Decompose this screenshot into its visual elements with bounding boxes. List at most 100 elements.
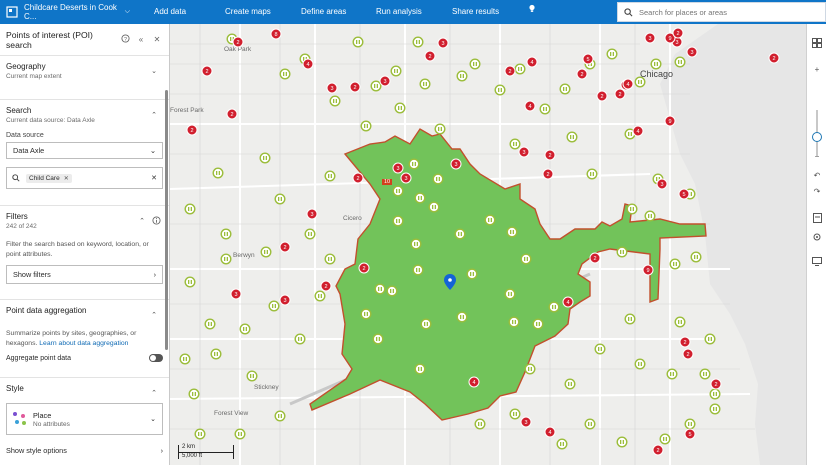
filters-description: Filter the search based on keyword, loca… — [6, 241, 149, 258]
show-style-options-button[interactable]: Show style options › — [6, 441, 163, 460]
undo-icon[interactable]: ↶ — [810, 168, 824, 182]
chevron-down-icon: ⌄ — [151, 68, 157, 75]
home-button[interactable] — [0, 0, 24, 24]
search-term-field[interactable]: Child Care ✕ ✕ — [6, 167, 163, 189]
search-subtitle: Current data source: Data Axle — [6, 117, 95, 124]
search-title: Search — [6, 106, 32, 115]
chevron-up-icon[interactable]: ⌃ — [151, 111, 157, 119]
location-pin-icon[interactable] — [444, 274, 456, 290]
svg-text:?: ? — [124, 36, 127, 42]
svg-text:2: 2 — [686, 352, 689, 358]
search-chip[interactable]: Child Care ✕ — [26, 173, 72, 183]
close-icon[interactable]: ✕ — [151, 34, 163, 46]
panel-scrollbar[interactable] — [165, 90, 168, 350]
chevron-right-icon: › — [153, 270, 156, 279]
print-icon[interactable] — [810, 211, 824, 225]
show-filters-button[interactable]: Show filters › — [6, 265, 163, 284]
aggregate-toggle-label: Aggregate point data — [6, 354, 71, 362]
svg-text:9: 9 — [668, 36, 671, 42]
svg-text:2: 2 — [362, 266, 365, 272]
zoom-slider-thumb[interactable] — [812, 132, 822, 142]
svg-text:2: 2 — [546, 172, 549, 178]
svg-text:2: 2 — [656, 448, 659, 454]
poi-symbols[interactable] — [179, 33, 721, 450]
learn-aggregation-link[interactable]: Learn about data aggregation — [39, 340, 128, 347]
svg-text:3: 3 — [524, 420, 527, 426]
map-toolbar: + − ↶ ↷ — [806, 24, 826, 465]
poi-search-panel: Points of interest (POI) search ? « ✕ Ge… — [0, 24, 170, 465]
chevron-down-icon: ⌵ — [124, 8, 130, 15]
svg-text:2: 2 — [772, 56, 775, 62]
svg-text:3: 3 — [383, 79, 386, 85]
style-card-subtitle: No attributes — [33, 420, 70, 428]
clear-search-icon[interactable]: ✕ — [151, 174, 157, 182]
svg-text:4: 4 — [472, 380, 475, 386]
screen-icon[interactable] — [810, 254, 824, 268]
svg-text:4: 4 — [530, 60, 533, 66]
aggregation-section: Point data aggregation ⌃ Summarize point… — [0, 300, 169, 378]
svg-text:2: 2 — [683, 340, 686, 346]
data-source-select[interactable]: Data Axle ⌄ — [6, 142, 163, 159]
help-icon[interactable]: ? — [119, 33, 131, 46]
lightbulb-icon[interactable] — [528, 4, 536, 14]
zoom-in-icon[interactable]: + — [810, 62, 824, 76]
svg-text:3: 3 — [396, 166, 399, 172]
nav-add-data[interactable]: Add data — [154, 0, 186, 24]
chevron-up-icon[interactable]: ⌃ — [139, 217, 145, 225]
redo-icon[interactable]: ↷ — [810, 184, 824, 198]
search-icon — [12, 174, 20, 182]
search-icon — [624, 7, 633, 16]
search-input[interactable] — [639, 7, 819, 17]
symbol-dots-icon — [13, 412, 27, 426]
scale-bar: 2 km 5,000 ft — [178, 444, 234, 459]
data-source-value: Data Axle — [13, 146, 45, 155]
basemap-gallery-icon[interactable] — [810, 36, 824, 50]
nav-define-areas[interactable]: Define areas — [301, 0, 346, 24]
remove-chip-icon[interactable]: ✕ — [64, 175, 69, 182]
svg-text:4: 4 — [528, 104, 531, 110]
svg-text:3: 3 — [283, 298, 286, 304]
svg-text:2: 2 — [714, 382, 717, 388]
svg-text:3: 3 — [660, 182, 663, 188]
nav-share-results[interactable]: Share results — [452, 0, 499, 24]
info-icon[interactable] — [152, 216, 161, 227]
locate-icon[interactable] — [810, 230, 824, 244]
svg-text:3: 3 — [675, 40, 678, 46]
cluster-symbols[interactable]: 2 8 4 2 3 3 2 2 3 2 4 4 2 5 2 4 3 3 9 2 … — [186, 27, 780, 456]
svg-text:4: 4 — [636, 129, 639, 135]
collapse-panel-icon[interactable]: « — [135, 34, 147, 46]
geography-section[interactable]: Geography Current map extent ⌄ — [0, 56, 169, 100]
svg-text:3: 3 — [522, 150, 525, 156]
chevron-up-icon[interactable]: ⌃ — [151, 311, 157, 319]
svg-text:2: 2 — [593, 256, 596, 262]
map-view[interactable]: Oak Park Forest Park Cicero Berwyn Stick… — [170, 24, 806, 465]
aggregate-toggle[interactable] — [149, 354, 163, 362]
svg-text:2: 2 — [230, 112, 233, 118]
scale-km: 2 km — [182, 444, 196, 450]
zoom-out-icon[interactable]: − — [810, 149, 824, 163]
svg-text:3: 3 — [330, 86, 333, 92]
svg-text:2: 2 — [508, 69, 511, 75]
svg-text:8: 8 — [274, 32, 277, 38]
svg-text:5: 5 — [586, 57, 589, 63]
nav-run-analysis[interactable]: Run analysis — [376, 0, 422, 24]
svg-text:2: 2 — [353, 85, 356, 91]
svg-text:2: 2 — [283, 245, 286, 251]
style-card[interactable]: Place No attributes ⌄ — [6, 403, 163, 435]
show-filters-label: Show filters — [13, 270, 51, 279]
search-box[interactable] — [617, 2, 826, 22]
nav-create-maps[interactable]: Create maps — [225, 0, 271, 24]
svg-text:3: 3 — [234, 292, 237, 298]
panel-header: Points of interest (POI) search ? « ✕ — [0, 24, 169, 56]
style-title: Style — [6, 384, 24, 393]
svg-text:3: 3 — [648, 36, 651, 42]
svg-text:4: 4 — [306, 62, 309, 68]
svg-text:4: 4 — [626, 82, 629, 88]
data-source-label: Data source — [6, 132, 44, 139]
chevron-up-icon[interactable]: ⌃ — [151, 389, 157, 397]
project-title-dropdown[interactable]: Childcare Deserts in Cook C... ⌵ — [24, 0, 130, 24]
project-title: Childcare Deserts in Cook C... — [24, 3, 117, 21]
panel-title: Points of interest (POI) search — [6, 29, 93, 50]
svg-text:2: 2 — [676, 31, 679, 37]
svg-text:2: 2 — [428, 54, 431, 60]
